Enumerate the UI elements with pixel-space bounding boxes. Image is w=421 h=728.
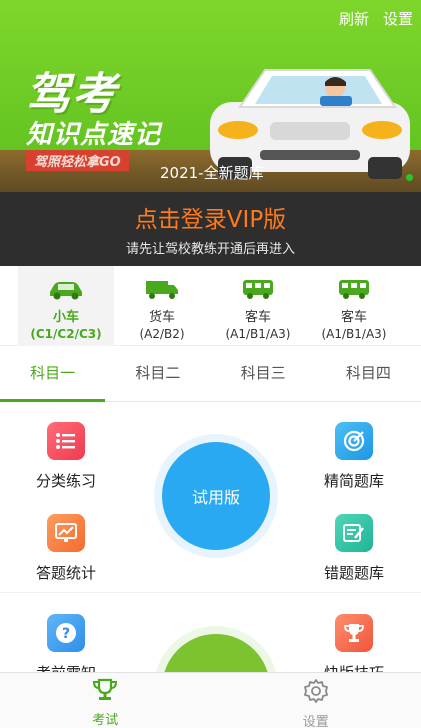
question-icon: ?: [47, 614, 85, 652]
top-actions: 刷新 设置: [339, 8, 413, 29]
feature-label: 错题题库: [323, 564, 384, 582]
category-practice-button[interactable]: 分类练习: [11, 422, 121, 491]
truck-icon: [146, 281, 178, 299]
vehicle-name: 客车: [340, 310, 367, 325]
tab-subject-3[interactable]: 科目三: [211, 346, 316, 401]
tab-subject-2[interactable]: 科目二: [105, 346, 210, 401]
refresh-button[interactable]: 刷新: [339, 8, 369, 29]
settings-button[interactable]: 设置: [383, 8, 413, 29]
vehicle-license-classes: (A2/B2): [139, 327, 185, 341]
svg-text:?: ?: [62, 626, 70, 642]
grid-divider: [0, 592, 421, 593]
answer-stats-button[interactable]: 答题统计: [11, 514, 121, 583]
promo-banner[interactable]: 刷新 设置 驾考 知识点速记 驾照轻松拿GO 2021-全新题库: [0, 0, 421, 192]
vehicle-tab-truck[interactable]: 货车 (A2/B2): [114, 266, 210, 346]
feature-label: 分类练习: [35, 472, 96, 490]
bus-icon: [243, 280, 273, 299]
banner-tagline: 驾照轻松拿GO: [26, 150, 129, 171]
banner-subtitle: 2021-全新题库: [160, 164, 264, 182]
banner-title: 驾考: [26, 69, 118, 120]
banner-title-line2: 知识点速记: [26, 120, 162, 150]
bottom-navigation: 考试 设置: [0, 672, 421, 728]
subject-tabs: 科目一 科目二 科目三 科目四: [0, 346, 421, 402]
feature-label: 答题统计: [35, 564, 96, 582]
car-icon: [50, 282, 82, 300]
app-root: 刷新 设置 驾考 知识点速记 驾照轻松拿GO 2021-全新题库 点击登录VIP…: [0, 0, 421, 728]
vip-login-subtitle: 请先让驾校教练开通后再进入: [125, 242, 295, 257]
exam-notes-button[interactable]: ? 考前需知: [11, 614, 121, 672]
quick-tips-button[interactable]: 快版技巧: [299, 614, 409, 672]
feature-label: 精简题库: [323, 472, 384, 490]
bus-icon: [339, 280, 369, 299]
nav-settings-tab[interactable]: 设置: [211, 673, 421, 728]
vip-login-panel[interactable]: 点击登录VIP版 请先让驾校教练开通后再进入: [0, 192, 421, 266]
vehicle-type-tabs: 小车 (C1/C2/C3) 货车 (A2/B2) 客车 (A1/B1/A3) 客…: [0, 266, 421, 346]
feature-label: 考前需知: [11, 662, 121, 672]
vehicle-license-classes: (A1/B1/A3): [225, 327, 291, 341]
vehicle-name: 小车: [52, 310, 79, 325]
tab-subject-1[interactable]: 科目一: [0, 346, 106, 402]
target-icon: [335, 422, 373, 460]
vehicle-tab-coach[interactable]: 客车 (A1/B1/A3): [306, 266, 402, 346]
vehicle-name: 客车: [244, 310, 271, 325]
vehicle-license-classes: (A1/B1/A3): [321, 327, 387, 341]
trophy-nav-icon: [93, 678, 118, 700]
vehicle-tab-bus[interactable]: 客车 (A1/B1/A3): [210, 266, 306, 346]
vehicle-tab-car[interactable]: 小车 (C1/C2/C3): [18, 266, 114, 346]
tab-subject-4[interactable]: 科目四: [316, 346, 421, 401]
concise-bank-button[interactable]: 精简题库: [299, 422, 409, 491]
nav-settings-label: 设置: [302, 715, 329, 728]
gear-icon: [303, 679, 328, 703]
feature-label: 快版技巧: [299, 662, 409, 672]
vip-login-title[interactable]: 点击登录VIP版: [0, 192, 421, 234]
list-icon: [47, 422, 85, 460]
vehicle-name: 货车: [148, 310, 175, 325]
carousel-indicator: [406, 174, 413, 181]
chart-icon: [47, 514, 85, 552]
wrong-bank-button[interactable]: 错题题库: [299, 514, 409, 583]
trial-version-button[interactable]: 试用版: [162, 442, 270, 550]
trophy-icon: [335, 614, 373, 652]
nav-exam-label: 考试: [92, 713, 119, 728]
feature-grid: 分类练习 答题统计 ? 考前需知 精简题库 错题题库: [0, 402, 421, 672]
vehicle-license-classes: (C1/C2/C3): [30, 327, 102, 341]
nav-exam-tab[interactable]: 考试: [0, 673, 211, 728]
note-edit-icon: [335, 514, 373, 552]
